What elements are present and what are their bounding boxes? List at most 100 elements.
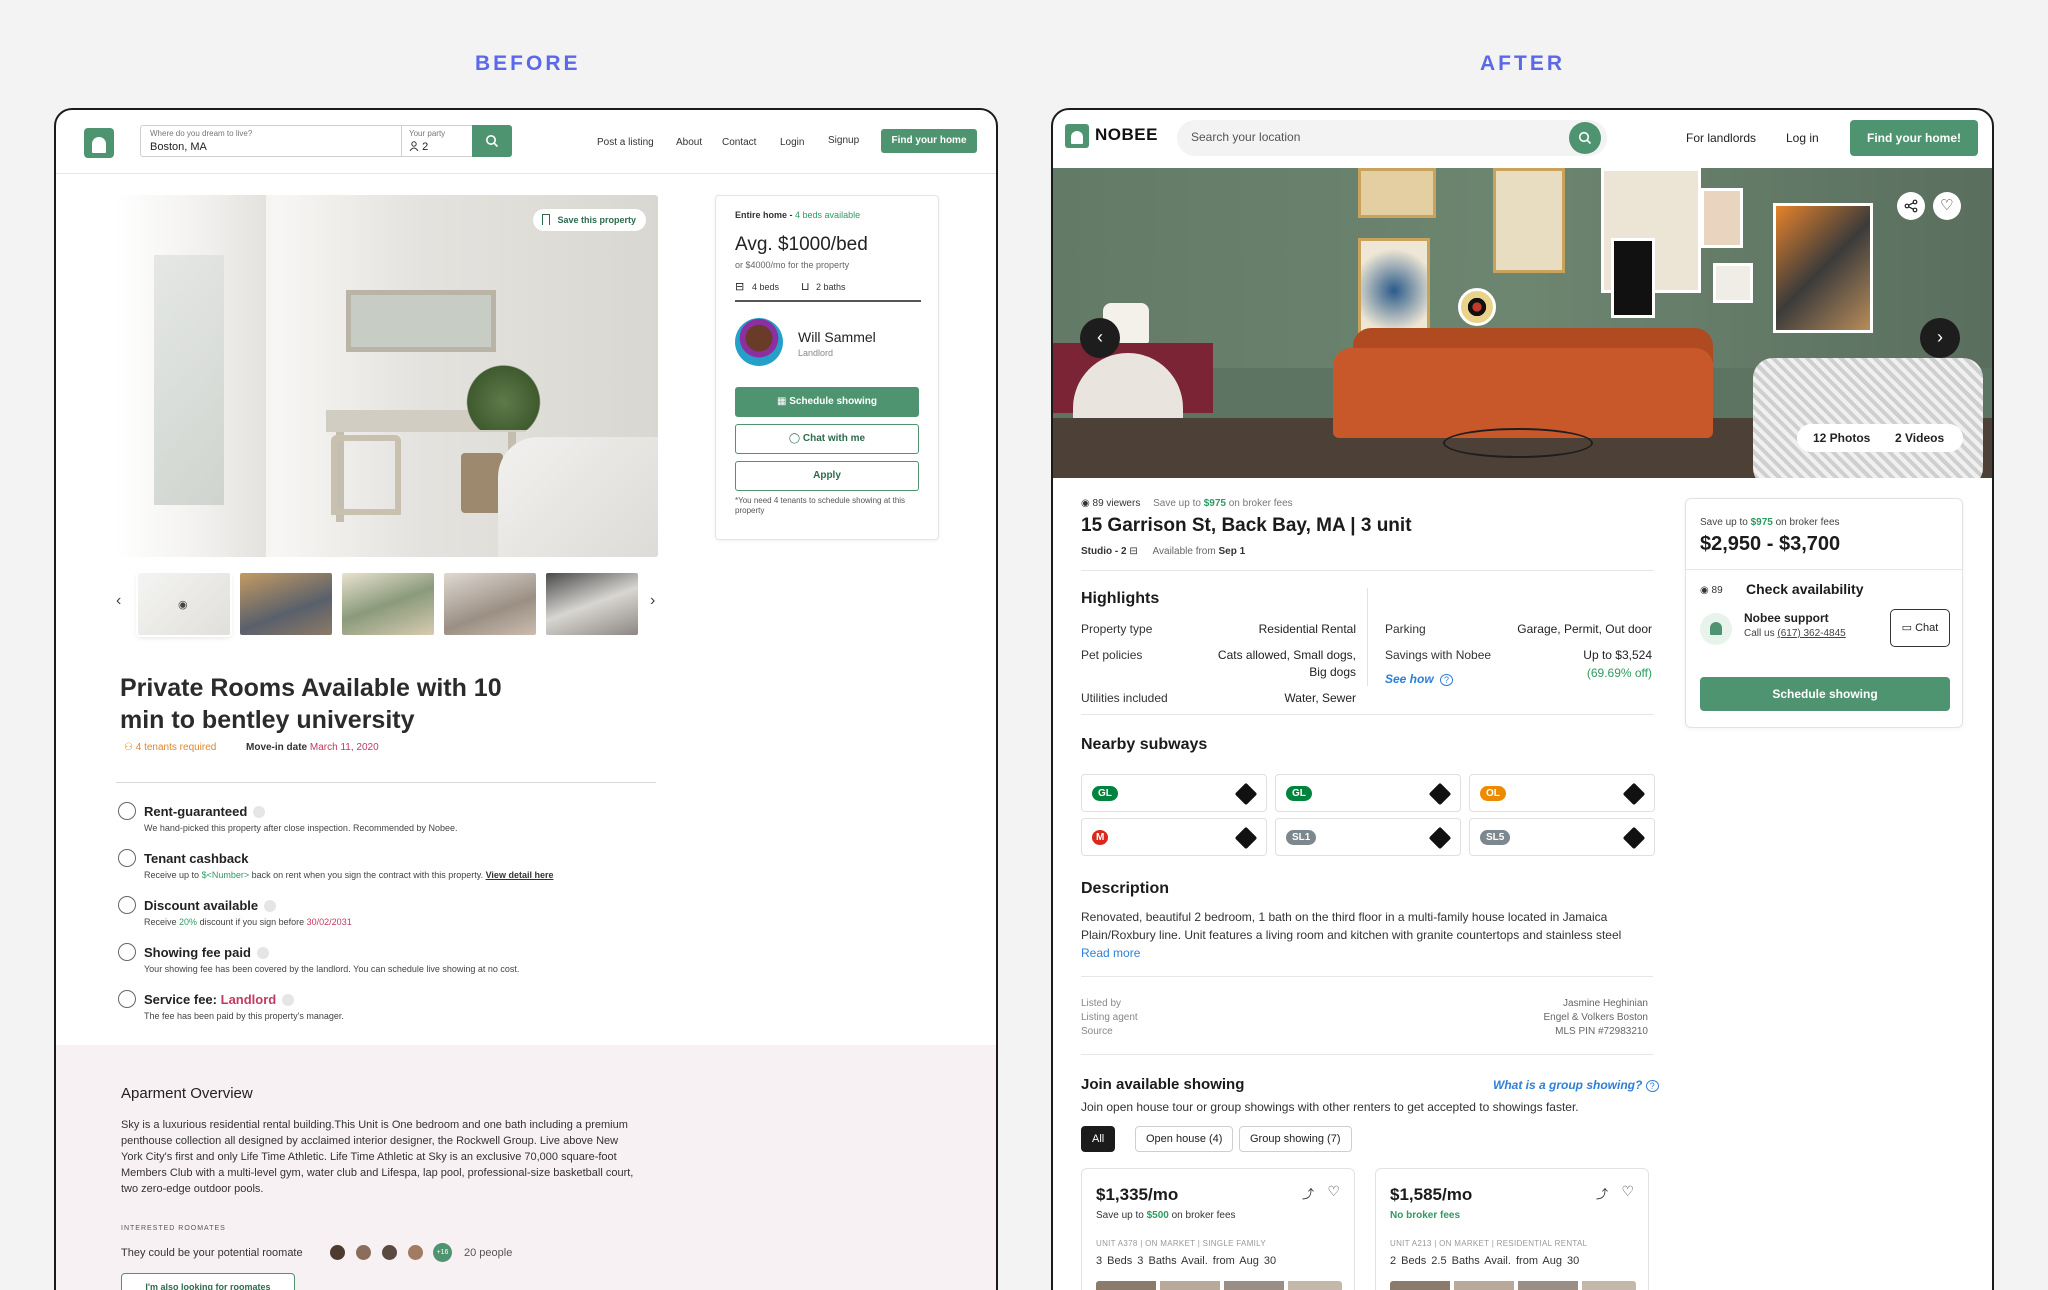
card-beds: 4 beds — [752, 282, 780, 292]
directions-icon[interactable] — [1234, 782, 1258, 806]
media-count[interactable]: 12 Photos 2 Videos — [1797, 424, 1963, 452]
search-button[interactable] — [472, 125, 512, 157]
filter-open-house[interactable]: Open house (4) — [1135, 1126, 1234, 1152]
subway-card[interactable]: M — [1081, 818, 1267, 856]
photo-prev-icon[interactable]: ‹ — [1080, 318, 1120, 358]
photo-artwork — [1701, 188, 1743, 248]
listing-photos[interactable] — [1390, 1281, 1636, 1290]
listed-by-label: Listed by — [1081, 998, 1122, 1009]
heart-icon[interactable]: ♡ — [1327, 1183, 1340, 1200]
filter-group-showing[interactable]: Group showing (7) — [1239, 1126, 1352, 1152]
info-icon[interactable] — [282, 994, 295, 1006]
roomates-prompt: They could be your potential roomate — [121, 1247, 303, 1259]
listing-photos[interactable] — [1096, 1281, 1342, 1290]
directions-icon[interactable] — [1622, 782, 1646, 806]
directions-icon[interactable] — [1234, 826, 1258, 850]
more-roomates-badge[interactable]: +16 — [433, 1243, 452, 1262]
search-button[interactable] — [1569, 122, 1601, 154]
photo-table — [1443, 428, 1593, 458]
property-main-photo[interactable]: Save this property — [116, 195, 658, 557]
listing-title: Private Rooms Available with 10 min to b… — [120, 674, 502, 734]
share-button[interactable] — [1897, 192, 1925, 220]
filter-all[interactable]: All — [1081, 1126, 1116, 1152]
photo-next-icon[interactable]: › — [1920, 318, 1960, 358]
thumbnail[interactable] — [342, 573, 434, 635]
feature-title: Rent-guaranteed — [144, 804, 248, 819]
chat-button[interactable]: ▭ Chat — [1890, 609, 1950, 647]
bed-icon: ⊟ — [1129, 546, 1138, 557]
landlord-role: Landlord — [798, 348, 834, 358]
nobee-logo-icon[interactable] — [84, 128, 114, 158]
schedule-showing-button[interactable]: ▦ Schedule showing — [735, 387, 919, 417]
showing-listing-card[interactable]: $1,585/mo No broker fees UNIT A213 | ON … — [1375, 1168, 1649, 1290]
info-icon[interactable] — [253, 806, 266, 818]
avatar[interactable] — [380, 1243, 399, 1262]
group-showing-link[interactable]: What is a group showing? ? — [1493, 1078, 1659, 1092]
subway-card[interactable]: GL — [1275, 774, 1461, 812]
info-icon[interactable] — [256, 947, 269, 959]
nav-signup[interactable]: Signup — [828, 135, 859, 146]
before-search-bar[interactable]: Where do you dream to live? Boston, MA Y… — [140, 125, 512, 157]
apply-button[interactable]: Apply — [735, 461, 919, 491]
directions-icon[interactable] — [1622, 826, 1646, 850]
avatar[interactable] — [354, 1243, 373, 1262]
share-icon[interactable]: ⤴ — [1302, 1185, 1314, 1202]
nav-for-landlords[interactable]: For landlords — [1686, 131, 1756, 145]
view-detail-link[interactable]: View detail here — [486, 870, 554, 880]
find-home-button[interactable]: Find your home! — [1850, 120, 1978, 156]
thumbnail[interactable]: ◉ — [138, 573, 230, 635]
photos-count[interactable]: 12 Photos — [1813, 431, 1870, 445]
showing-listing-card[interactable]: $1,335/mo Save up to $500 on broker fees… — [1081, 1168, 1355, 1290]
avatar[interactable] — [328, 1243, 347, 1262]
thumb-prev-icon[interactable]: ‹ — [116, 592, 121, 610]
where-input[interactable]: Boston, MA — [150, 141, 207, 153]
subway-card[interactable]: SL1 — [1275, 818, 1461, 856]
photo-artwork — [1458, 288, 1496, 326]
find-home-button[interactable]: Find your home — [881, 129, 977, 153]
divider — [1081, 714, 1653, 715]
chat-button[interactable]: ◯ Chat with me — [735, 424, 919, 454]
highlight-label: Parking — [1385, 622, 1426, 636]
thumbnail[interactable] — [240, 573, 332, 635]
divider — [116, 782, 656, 783]
favorite-button[interactable]: ♡ — [1933, 192, 1961, 220]
schedule-showing-button[interactable]: Schedule showing — [1700, 677, 1950, 711]
nav-about[interactable]: About — [676, 137, 702, 148]
party-select[interactable]: 2 — [409, 141, 428, 153]
chat-icon: ▭ — [1901, 622, 1913, 634]
phone-link[interactable]: (617) 362-4845 — [1777, 628, 1845, 639]
bath-icon: ⊔ — [801, 281, 810, 293]
thumb-next-icon[interactable]: › — [650, 592, 655, 610]
nav-contact[interactable]: Contact — [722, 137, 756, 148]
see-how-link[interactable]: See how ? — [1385, 672, 1454, 686]
nobee-logo-icon[interactable] — [1065, 124, 1089, 148]
where-label: Where do you dream to live? — [150, 129, 253, 138]
brand-name[interactable]: NOBEE — [1095, 125, 1158, 145]
nav-login[interactable]: Login — [780, 137, 804, 148]
looking-for-roomates-button[interactable]: I'm also looking for roomates — [121, 1273, 295, 1290]
videos-count[interactable]: 2 Videos — [1895, 431, 1944, 445]
divider — [1686, 569, 1962, 570]
heart-icon[interactable]: ♡ — [1621, 1183, 1634, 1200]
property-hero-photo[interactable]: ♡ ‹ › 12 Photos 2 Videos — [1053, 168, 1992, 478]
info-icon[interactable] — [264, 900, 277, 912]
nobee-support-avatar — [1700, 613, 1732, 645]
thumbnail[interactable] — [546, 573, 638, 635]
avatar[interactable] — [406, 1243, 425, 1262]
read-more-link[interactable]: Read more — [1081, 946, 1140, 960]
directions-icon[interactable] — [1428, 826, 1452, 850]
share-icon[interactable]: ⤴ — [1596, 1185, 1608, 1202]
avatar[interactable] — [735, 318, 783, 366]
location-search[interactable]: Search your location — [1177, 120, 1607, 156]
feature-title: Tenant cashback — [144, 851, 249, 866]
subway-card[interactable]: OL — [1469, 774, 1655, 812]
directions-icon[interactable] — [1428, 782, 1452, 806]
card-type-label: Entire home - — [735, 210, 793, 220]
nav-login[interactable]: Log in — [1786, 131, 1819, 145]
subway-card[interactable]: GL — [1081, 774, 1267, 812]
save-property-button[interactable]: Save this property — [533, 209, 646, 231]
subway-card[interactable]: SL5 — [1469, 818, 1655, 856]
nav-post-listing[interactable]: Post a listing — [597, 137, 654, 148]
thumbnail[interactable] — [444, 573, 536, 635]
search-icon — [1578, 131, 1592, 145]
